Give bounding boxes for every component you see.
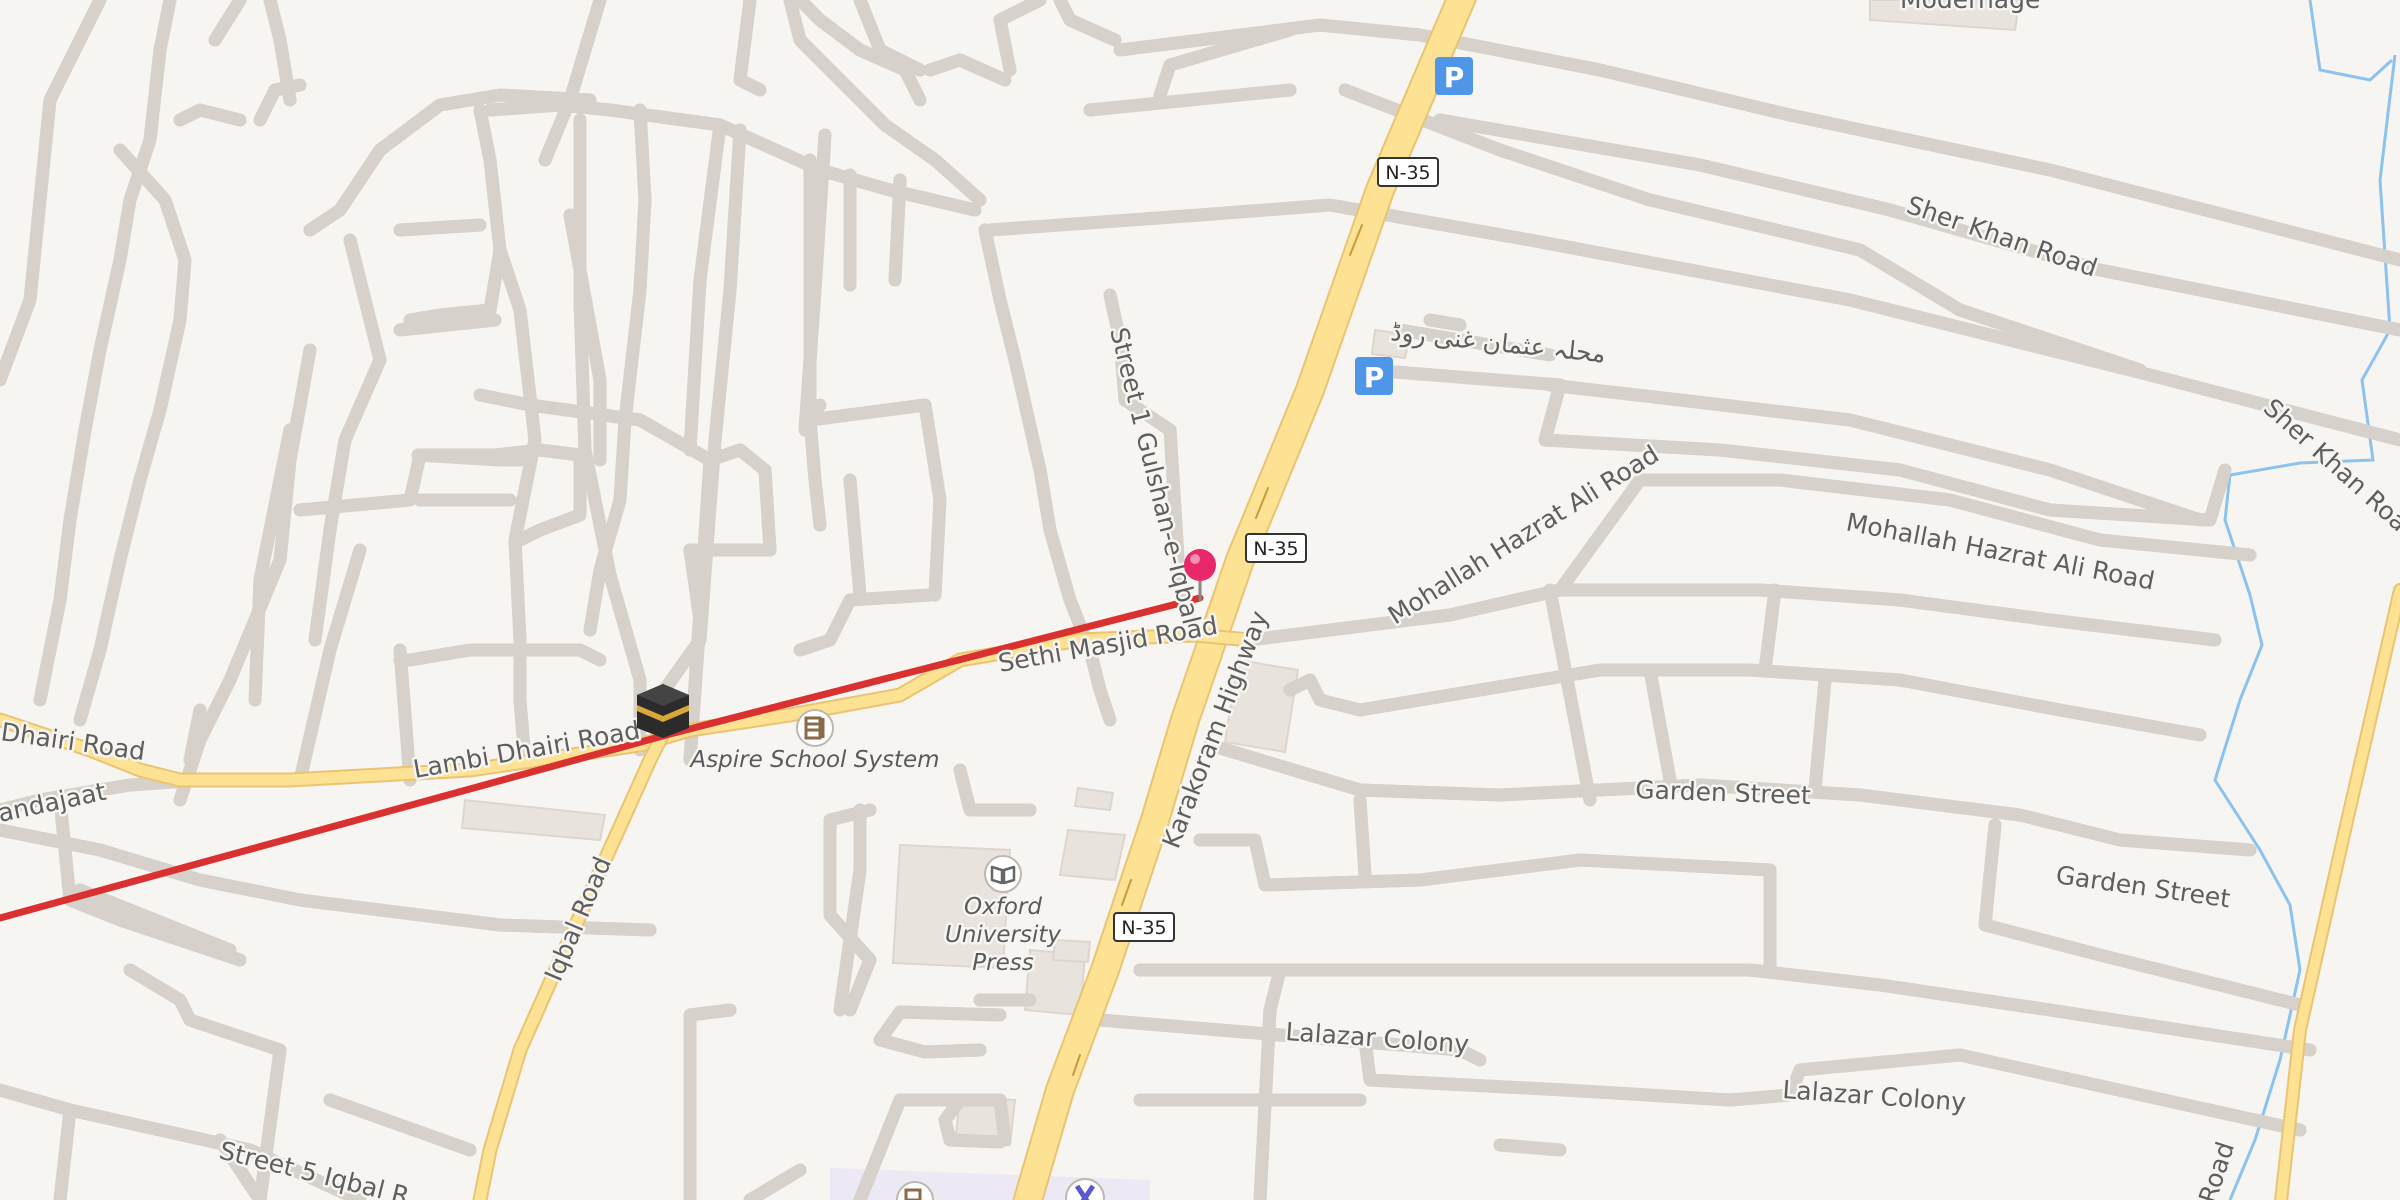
parking-symbol: P <box>1444 61 1465 94</box>
kaaba-icon[interactable] <box>637 684 689 738</box>
route-shield-label: N-35 <box>1121 917 1166 939</box>
route-shield-n35-bottom[interactable]: N-35 <box>1113 912 1175 942</box>
parking-icon[interactable]: P <box>1435 57 1473 95</box>
parking-icon[interactable]: P <box>1355 357 1393 395</box>
poi-label-oxford-line1: Oxford <box>964 894 1042 920</box>
school-icon[interactable] <box>796 709 834 747</box>
map-canvas[interactable]: Sher Khan Road Sher Khan Road محلہ عثمان… <box>0 0 2400 1200</box>
poi-label-aspire-school: Aspire School System <box>688 747 939 773</box>
parking-symbol: P <box>1364 361 1385 394</box>
poi-label-oxford-line3: Press <box>972 950 1033 976</box>
route-shield-n35-middle[interactable]: N-35 <box>1245 533 1307 563</box>
label-modernage: Modernage <box>1900 0 2040 14</box>
label-garden-street: Garden Street <box>1635 775 1812 810</box>
building <box>1058 828 1127 882</box>
route-shield-n35-top[interactable]: N-35 <box>1377 157 1439 187</box>
route-shield-label: N-35 <box>1385 162 1430 184</box>
book-icon[interactable] <box>984 855 1022 893</box>
poi-label-oxford-line2: University <box>945 922 1061 948</box>
route-shield-label: N-35 <box>1253 538 1298 560</box>
building <box>1073 786 1115 812</box>
